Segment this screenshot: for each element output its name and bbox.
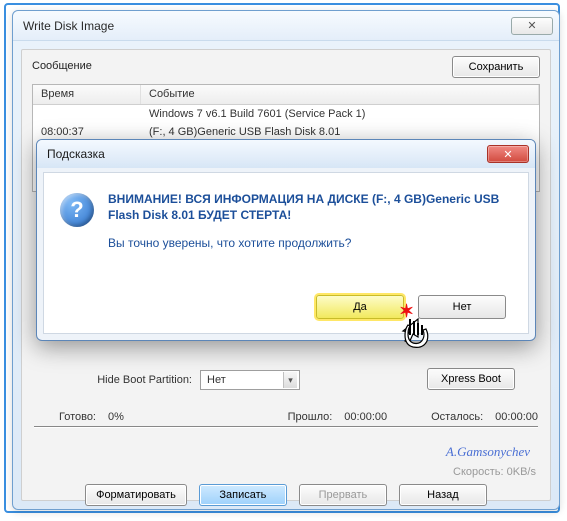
dialog-question: Вы точно уверены, что хотите продолжить? (108, 235, 512, 251)
hide-boot-label: Hide Boot Partition: (52, 374, 192, 386)
progress-row: Готово: 0% Прошло: 00:00:00 Осталось: 00… (34, 406, 538, 428)
abort-button[interactable]: Прервать (299, 484, 387, 506)
dialog-close-button[interactable]: ✕ (487, 145, 529, 163)
titlebar[interactable]: Write Disk Image ✕ (13, 11, 559, 41)
bottom-buttons: Форматировать Записать Прервать Назад (22, 484, 550, 506)
click-spark-icon: ✶ (399, 301, 414, 322)
hide-boot-value: Нет (207, 374, 226, 386)
speed-label: Скорость: (453, 466, 504, 478)
ready-label: Готово: (34, 411, 96, 423)
confirm-dialog: Подсказка ✕ ? ВНИМАНИЕ! ВСЯ ИНФОРМАЦИЯ Н… (36, 139, 536, 341)
speed-value: 0KB/s (507, 466, 536, 478)
ready-pct: 0% (108, 411, 124, 423)
message-label: Сообщение (32, 60, 92, 72)
yes-button[interactable]: Да (316, 295, 404, 319)
format-button[interactable]: Форматировать (85, 484, 187, 506)
write-button[interactable]: Записать (199, 484, 287, 506)
log-col-time[interactable]: Время (33, 85, 141, 104)
dialog-warning: ВНИМАНИЕ! ВСЯ ИНФОРМАЦИЯ НА ДИСКЕ (F:, 4… (108, 192, 499, 222)
speed-row: Скорость: 0KB/s (453, 466, 536, 478)
elapsed-label: Прошло: (288, 411, 333, 423)
hide-boot-combo[interactable]: Нет ▾ (200, 370, 300, 390)
dialog-body: ? ВНИМАНИЕ! ВСЯ ИНФОРМАЦИЯ НА ДИСКЕ (F:,… (43, 172, 529, 334)
close-button[interactable]: ✕ (511, 17, 553, 35)
back-button[interactable]: Назад (399, 484, 487, 506)
progress-underline (34, 426, 538, 428)
window-title: Write Disk Image (23, 19, 511, 33)
save-button[interactable]: Сохранить (452, 56, 540, 78)
log-cell-time (33, 105, 141, 123)
close-icon: ✕ (503, 148, 512, 161)
log-row: Windows 7 v6.1 Build 7601 (Service Pack … (33, 105, 539, 123)
xpress-boot-button[interactable]: Xpress Boot (427, 368, 515, 390)
no-button[interactable]: Нет (418, 295, 506, 319)
dialog-text: ВНИМАНИЕ! ВСЯ ИНФОРМАЦИЯ НА ДИСКЕ (F:, 4… (108, 191, 512, 252)
question-icon: ? (60, 193, 94, 227)
remain-value: 00:00:00 (495, 411, 538, 423)
elapsed-value: 00:00:00 (344, 411, 387, 423)
close-icon: ✕ (527, 19, 536, 32)
hide-boot-row: Hide Boot Partition: Нет ▾ (52, 370, 300, 390)
log-col-event[interactable]: Событие (141, 85, 539, 104)
dialog-titlebar[interactable]: Подсказка ✕ (37, 140, 535, 168)
dialog-title: Подсказка (47, 147, 487, 161)
remain-label: Осталось: (431, 411, 483, 423)
chevron-down-icon: ▾ (283, 372, 297, 388)
log-cell-event: Windows 7 v6.1 Build 7601 (Service Pack … (141, 105, 539, 123)
watermark: A.Gamsonychev (446, 444, 530, 460)
